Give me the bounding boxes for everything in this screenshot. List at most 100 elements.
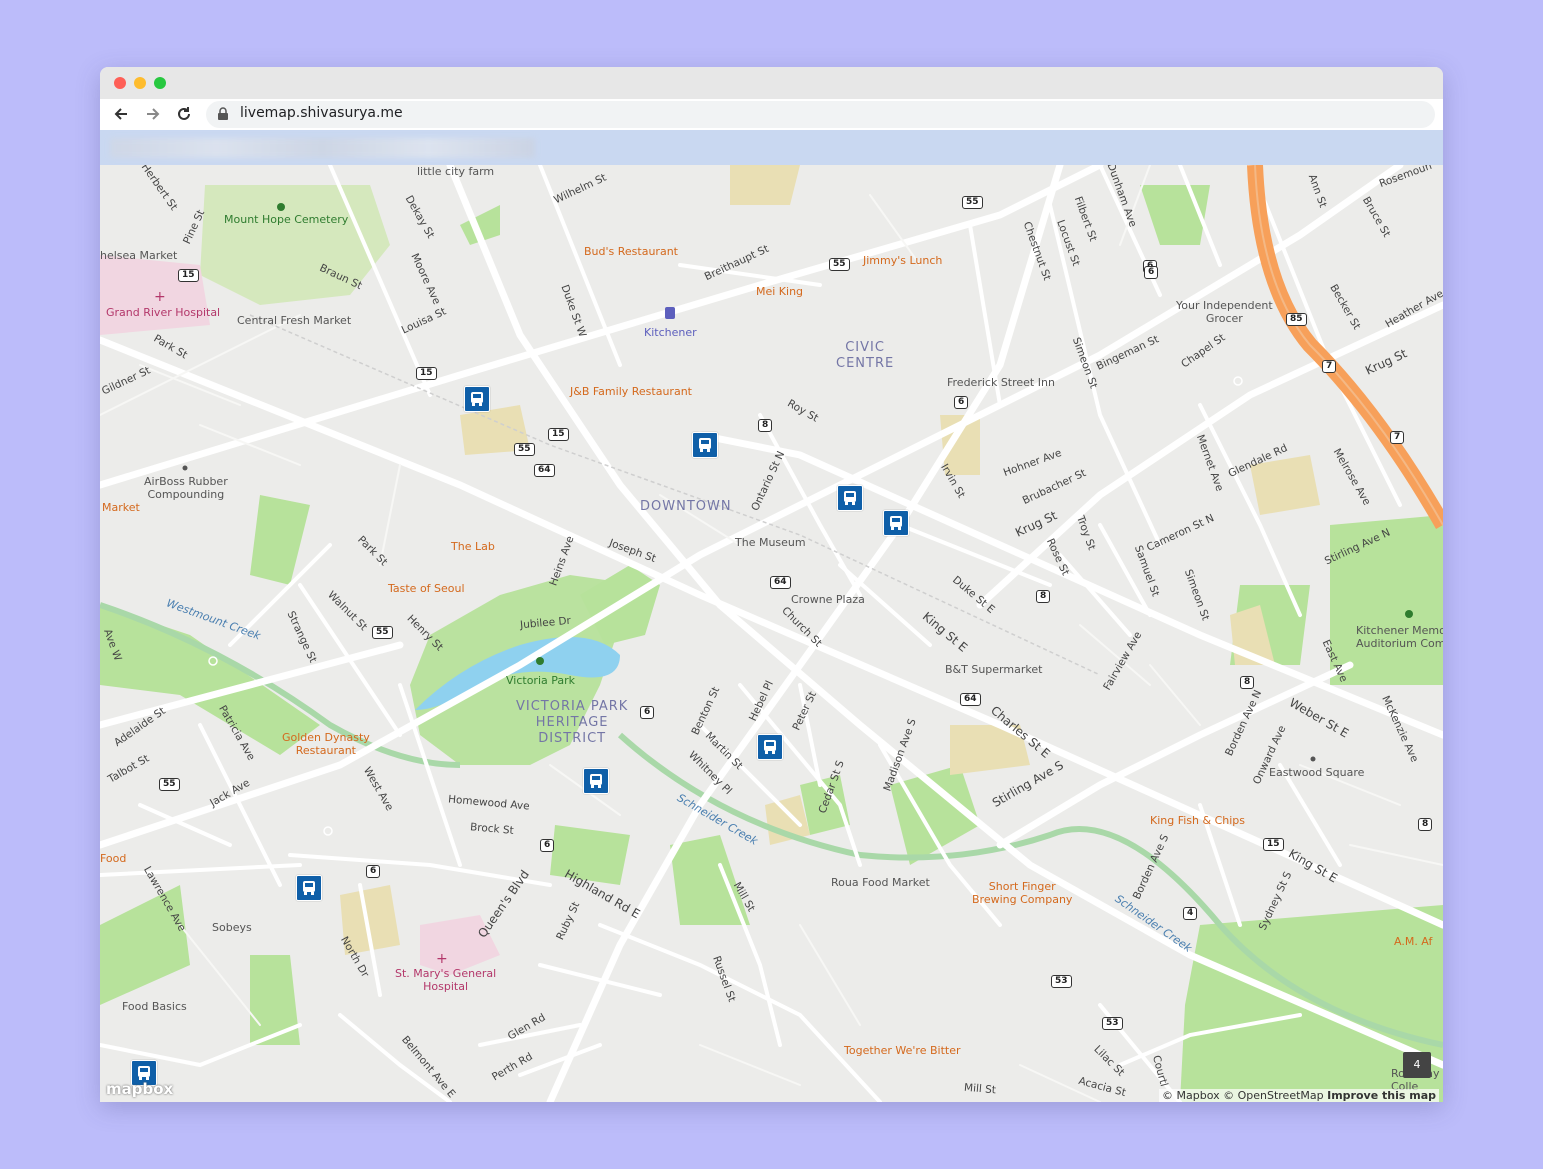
poi-central-fresh-market[interactable]: Central Fresh Market xyxy=(237,314,351,327)
route-shield: 15 xyxy=(416,367,437,380)
reload-icon xyxy=(178,107,190,120)
poi-your-independent-grocer[interactable]: Your Independent Grocer xyxy=(1176,299,1273,325)
route-shield: 7 xyxy=(1322,360,1337,373)
bus-marker[interactable] xyxy=(837,485,863,511)
poi-bt-supermarket[interactable]: B&T Supermarket xyxy=(945,663,1042,676)
bus-marker[interactable] xyxy=(757,734,783,760)
poi-food[interactable]: Food xyxy=(100,852,126,865)
url-text[interactable]: livemap.shivasurya.me xyxy=(240,105,403,121)
map-attribution: © Mapbox © OpenStreetMap Improve this ma… xyxy=(1159,1089,1439,1102)
route-shield: 6 xyxy=(1144,266,1159,279)
route-shield: 7 xyxy=(1390,431,1405,444)
blurred-bookmarks xyxy=(110,138,535,158)
map-canvas[interactable]: + + CIVIC CENTRE DOWNTOWN VICTORIA PARK … xyxy=(100,165,1443,1102)
bus-marker[interactable] xyxy=(296,875,322,901)
poi-kitchener-memorial[interactable]: Kitchener Memo Auditorium Com xyxy=(1356,624,1443,650)
poi-victoria-park[interactable]: Victoria Park xyxy=(506,674,575,687)
maximize-window-button[interactable] xyxy=(154,77,166,89)
tree-icon xyxy=(277,203,285,211)
poi-am-af[interactable]: A.M. Af xyxy=(1394,935,1432,948)
tree-icon xyxy=(1405,610,1413,618)
route-shield: 15 xyxy=(1263,838,1284,851)
poi-market[interactable]: Market xyxy=(102,501,140,514)
route-shield: 4 xyxy=(1183,907,1198,920)
route-shield: 8 xyxy=(1240,676,1255,689)
railway xyxy=(249,314,1101,676)
route-shield: 53 xyxy=(1102,1017,1123,1030)
bus-icon xyxy=(138,1066,150,1080)
dot-icon xyxy=(1310,756,1316,762)
poi-together-were-bitter[interactable]: Together We're Bitter xyxy=(844,1044,961,1057)
bus-icon xyxy=(890,516,902,530)
poi-jb-family-restaurant[interactable]: J&B Family Restaurant xyxy=(570,385,692,398)
arrow-right-icon xyxy=(147,108,160,120)
route-shield: 6 xyxy=(640,706,655,719)
poi-st-marys-hospital[interactable]: St. Mary's General Hospital xyxy=(395,967,496,993)
poi-short-finger-brewing[interactable]: Short Finger Brewing Company xyxy=(972,880,1072,906)
poi-grand-river-hospital[interactable]: Grand River Hospital xyxy=(106,306,220,319)
bus-icon xyxy=(844,491,856,505)
attribution-osm-link[interactable]: © OpenStreetMap xyxy=(1223,1089,1324,1102)
poi-eastwood-square[interactable]: Eastwood Square xyxy=(1269,766,1364,779)
poi-roua-food-market[interactable]: Roua Food Market xyxy=(831,876,930,889)
lock-icon xyxy=(218,107,228,120)
bus-icon xyxy=(471,392,483,406)
bus-marker[interactable] xyxy=(692,432,718,458)
navigation-bar: livemap.shivasurya.me xyxy=(100,99,1443,130)
bus-marker[interactable] xyxy=(883,510,909,536)
attribution-mapbox-link[interactable]: © Mapbox xyxy=(1162,1089,1220,1102)
poi-kitchener-station[interactable]: Kitchener xyxy=(644,326,697,339)
poi-taste-of-seoul[interactable]: Taste of Seoul xyxy=(388,582,465,595)
forward-button[interactable] xyxy=(142,105,164,125)
bus-icon xyxy=(303,881,315,895)
bookmarks-bar xyxy=(100,130,1443,165)
poi-mei-king[interactable]: Mei King xyxy=(756,285,803,298)
bus-marker[interactable] xyxy=(583,768,609,794)
poi-frederick-street-inn[interactable]: Frederick Street Inn xyxy=(947,376,1055,389)
district-victoria-park: VICTORIA PARK HERITAGE DISTRICT xyxy=(516,699,629,746)
address-bar[interactable]: livemap.shivasurya.me xyxy=(206,101,1435,128)
poi-food-basics[interactable]: Food Basics xyxy=(122,1000,187,1013)
district-civic-centre: CIVIC CENTRE xyxy=(836,340,895,371)
route-shield: 8 xyxy=(1418,818,1433,831)
minimize-window-button[interactable] xyxy=(134,77,146,89)
poi-sobeys[interactable]: Sobeys xyxy=(212,921,252,934)
poi-chelsea-market[interactable]: helsea Market xyxy=(100,249,177,262)
mapbox-logo[interactable]: mapbox xyxy=(106,1080,173,1098)
route-shield: 15 xyxy=(178,269,199,282)
title-bar xyxy=(100,67,1443,99)
dot-icon xyxy=(1233,376,1243,386)
bus-icon xyxy=(590,774,602,788)
bus-marker[interactable] xyxy=(464,386,490,412)
poi-king-fish-chips[interactable]: King Fish & Chips xyxy=(1150,814,1245,827)
bus-icon xyxy=(699,438,711,452)
route-shield: 8 xyxy=(1036,590,1051,603)
poi-airboss[interactable]: AirBoss Rubber Compounding xyxy=(144,475,228,501)
reload-button[interactable] xyxy=(173,105,195,125)
back-button[interactable] xyxy=(110,105,132,125)
route-shield: 85 xyxy=(1286,313,1307,326)
route-shield: 6 xyxy=(366,865,381,878)
poi-the-museum[interactable]: The Museum xyxy=(735,536,806,549)
bus-icon xyxy=(764,740,776,754)
hospital-icon: + xyxy=(154,289,166,305)
poi-little-city-farm[interactable]: little city farm xyxy=(417,165,494,178)
close-window-button[interactable] xyxy=(114,77,126,89)
improve-map-link[interactable]: Improve this map xyxy=(1327,1089,1436,1102)
route-shield: 55 xyxy=(962,196,983,209)
route-shield: 64 xyxy=(960,693,981,706)
arrow-left-icon xyxy=(114,108,127,120)
route-shield: 15 xyxy=(548,428,569,441)
route-shield: 6 xyxy=(954,396,969,409)
poi-buds-restaurant[interactable]: Bud's Restaurant xyxy=(584,245,678,258)
poi-the-lab[interactable]: The Lab xyxy=(451,540,495,553)
poi-golden-dynasty[interactable]: Golden Dynasty Restaurant xyxy=(282,731,370,757)
poi-jimmys-lunch[interactable]: Jimmy's Lunch xyxy=(863,254,942,267)
poi-crowne-plaza[interactable]: Crowne Plaza xyxy=(791,593,865,606)
tree-icon xyxy=(536,657,544,665)
route-shield: 8 xyxy=(758,419,773,432)
poi-mount-hope-cemetery[interactable]: Mount Hope Cemetery xyxy=(224,213,348,226)
cluster-marker[interactable]: 4 xyxy=(1403,1052,1431,1078)
route-shield: 53 xyxy=(1051,975,1072,988)
route-shield: 55 xyxy=(829,258,850,271)
